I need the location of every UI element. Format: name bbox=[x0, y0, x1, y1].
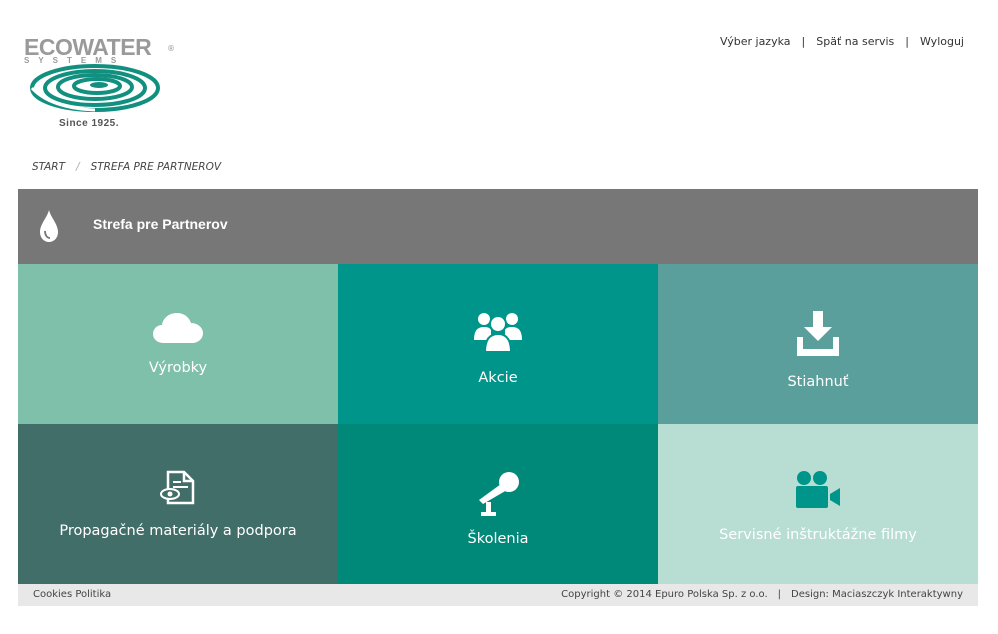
cookies-policy-link[interactable]: Cookies Politika bbox=[33, 589, 111, 600]
top-navigation: Výber jazyka | Späť na servis | Wyloguj bbox=[720, 35, 964, 48]
drop-icon bbox=[40, 210, 58, 242]
breadcrumb-start[interactable]: START bbox=[32, 161, 65, 173]
video-camera-icon bbox=[796, 471, 840, 508]
copyright-text: Copyright © 2014 Epuro Polska Sp. z o.o. bbox=[561, 589, 768, 600]
tile-label: Propagačné materiály a podpora bbox=[59, 523, 297, 539]
logout-link[interactable]: Wyloguj bbox=[920, 35, 964, 48]
breadcrumb: START / STREFA PRE PARTNEROV bbox=[32, 161, 221, 173]
nav-separator: | bbox=[905, 35, 909, 48]
tile-promo-materials[interactable]: Propagačné materiály a podpora bbox=[18, 424, 338, 584]
tile-downloads[interactable]: Stiahnuť bbox=[658, 264, 978, 424]
language-select-link[interactable]: Výber jazyka bbox=[720, 35, 791, 48]
nav-separator: | bbox=[801, 35, 806, 48]
tile-service-videos[interactable]: Servisné inštruktážne filmy bbox=[658, 424, 978, 584]
ecowater-logo[interactable]: ECOWATER SYSTEMS ® Since 1925. bbox=[22, 34, 182, 134]
back-to-service-link[interactable]: Späť na servis bbox=[816, 35, 894, 48]
footer-credits: Copyright © 2014 Epuro Polska Sp. z o.o.… bbox=[561, 589, 963, 600]
section-header: Strefa pre Partnerov bbox=[18, 189, 978, 264]
cloud-icon bbox=[153, 313, 203, 343]
tile-products[interactable]: Výrobky bbox=[18, 264, 338, 424]
tile-promotions[interactable]: Akcie bbox=[338, 264, 658, 424]
microphone-icon bbox=[479, 472, 519, 516]
footer-separator: | bbox=[777, 589, 781, 600]
logo-swirl-icon bbox=[30, 64, 160, 112]
tile-label: Stiahnuť bbox=[787, 374, 849, 390]
tile-label: Servisné inštruktážne filmy bbox=[719, 527, 917, 543]
logo-since-text: Since 1925. bbox=[59, 118, 119, 129]
footer: Cookies Politika Copyright © 2014 Epuro … bbox=[18, 584, 978, 606]
design-credit-link[interactable]: Design: Maciaszczyk Interaktywny bbox=[791, 589, 963, 600]
tile-label: Výrobky bbox=[148, 360, 208, 376]
download-icon bbox=[797, 311, 839, 356]
tile-grid: Výrobky Akcie Stiahnuť Propagačné materi… bbox=[18, 264, 978, 584]
breadcrumb-current: STREFA PRE PARTNEROV bbox=[90, 161, 222, 173]
tile-label: Školenia bbox=[467, 531, 529, 547]
users-icon bbox=[474, 313, 522, 352]
breadcrumb-separator: / bbox=[76, 161, 80, 173]
tile-label: Akcie bbox=[478, 370, 518, 386]
document-eye-icon bbox=[160, 470, 195, 505]
logo-registered-mark: ® bbox=[167, 44, 175, 53]
tile-trainings[interactable]: Školenia bbox=[338, 424, 658, 584]
page-title: Strefa pre Partnerov bbox=[93, 216, 228, 232]
